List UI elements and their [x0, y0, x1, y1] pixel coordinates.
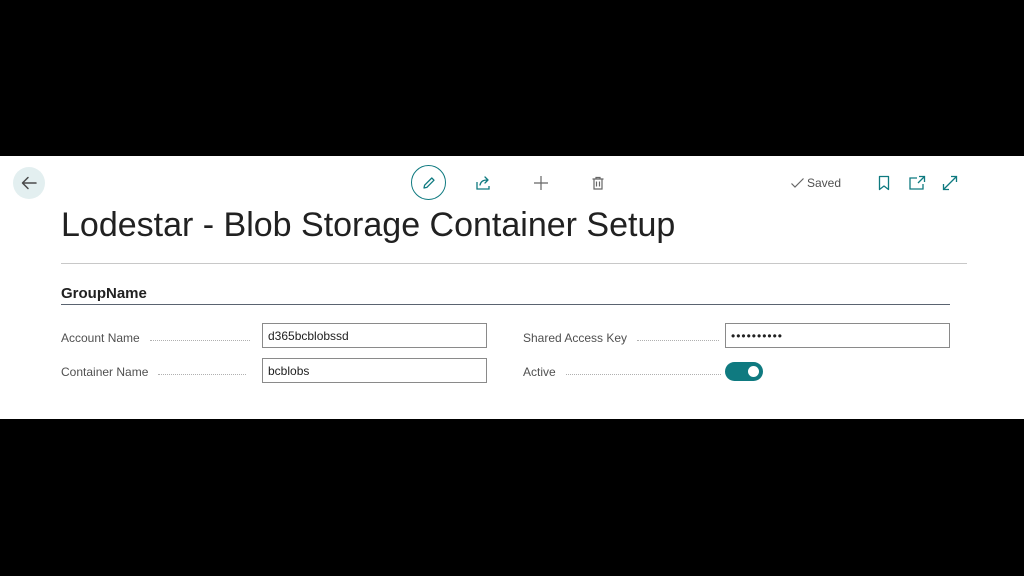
dotted-leader	[637, 339, 720, 341]
open-new-window-icon	[909, 175, 926, 190]
expand-icon	[942, 175, 958, 191]
active-label-text: Active	[523, 365, 556, 379]
page-title: Lodestar - Blob Storage Container Setup	[61, 206, 676, 244]
arrow-left-icon	[21, 176, 37, 190]
dotted-leader	[565, 373, 721, 375]
page-panel: Saved Lodestar - Blob Storage Container …	[0, 156, 1024, 419]
dotted-leader	[158, 373, 247, 375]
save-status: Saved	[790, 176, 841, 190]
trash-icon	[592, 176, 604, 190]
container-name-label: Container Name	[61, 365, 247, 379]
group-title[interactable]: GroupName	[61, 285, 147, 302]
pencil-icon	[422, 176, 435, 189]
shared-access-key-field[interactable]	[725, 323, 950, 348]
edit-button[interactable]	[411, 165, 446, 200]
checkmark-icon	[791, 178, 804, 188]
active-toggle[interactable]	[725, 362, 763, 381]
open-new-window-button[interactable]	[907, 173, 927, 193]
shared-access-key-label: Shared Access Key	[523, 331, 720, 345]
delete-button[interactable]	[587, 172, 609, 194]
shared-access-key-label-text: Shared Access Key	[523, 331, 628, 345]
toggle-knob	[748, 366, 759, 377]
account-name-field[interactable]	[262, 323, 487, 348]
plus-icon	[534, 176, 548, 190]
account-name-label: Account Name	[61, 331, 250, 345]
back-button[interactable]	[13, 167, 45, 199]
container-name-label-text: Container Name	[61, 365, 149, 379]
title-divider	[61, 263, 967, 264]
account-name-label-text: Account Name	[61, 331, 140, 345]
dotted-leader	[149, 339, 250, 341]
share-button[interactable]	[473, 172, 495, 194]
group-divider	[61, 304, 950, 305]
expand-button[interactable]	[940, 173, 960, 193]
bookmark-button[interactable]	[875, 173, 893, 193]
container-name-field[interactable]	[262, 358, 487, 383]
new-button[interactable]	[530, 172, 552, 194]
save-status-text: Saved	[807, 176, 842, 190]
bookmark-icon	[878, 175, 890, 191]
active-label: Active	[523, 365, 721, 379]
share-icon	[476, 176, 490, 190]
